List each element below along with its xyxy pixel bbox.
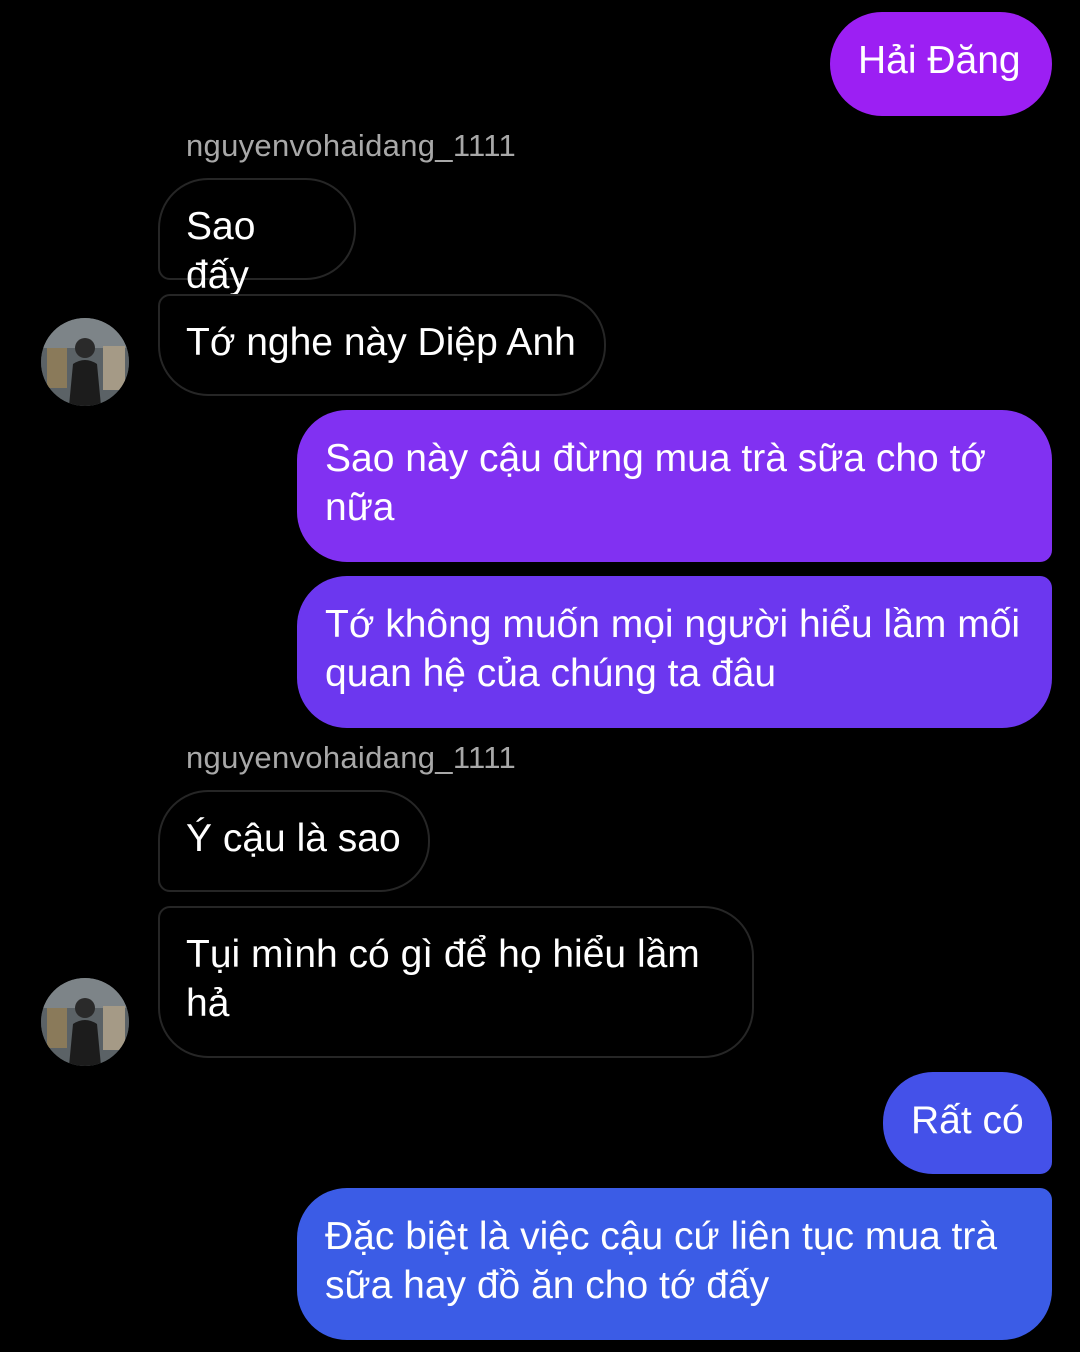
outgoing-message[interactable]: Đặc biệt là việc cậu cứ liên tục mua trà…	[297, 1188, 1052, 1340]
outgoing-message[interactable]: Rất có	[883, 1072, 1052, 1174]
incoming-message[interactable]: Tụi mình có gì để họ hiểu lầm hả	[158, 906, 754, 1058]
sender-username[interactable]: nguyenvohaidang_1111	[186, 740, 516, 776]
message-text: Tớ nghe này Diệp Anh	[186, 321, 576, 364]
avatar-photo	[41, 318, 129, 406]
message-text: Đặc biệt là việc cậu cứ liên tục mua trà…	[325, 1215, 998, 1307]
message-text: Sao này cậu đừng mua trà sữa cho tớ nữa	[325, 437, 986, 529]
message-text: Tụi mình có gì để họ hiểu lầm hả	[186, 933, 700, 1025]
outgoing-message[interactable]: Sao này cậu đừng mua trà sữa cho tớ nữa	[297, 410, 1052, 562]
incoming-message[interactable]: Tớ nghe này Diệp Anh	[158, 294, 606, 396]
chat-thread: Hải Đăng nguyenvohaidang_1111 Sao đấy Tớ…	[0, 0, 1080, 1352]
message-text: Ý cậu là sao	[186, 817, 401, 860]
message-text: Sao đấy	[186, 205, 256, 297]
incoming-message[interactable]: Sao đấy	[158, 178, 356, 297]
message-text: Hải Đăng	[858, 39, 1021, 82]
sender-username[interactable]: nguyenvohaidang_1111	[186, 128, 516, 164]
message-text: Tớ không muốn mọi người hiểu lầm mối qua…	[325, 603, 1021, 695]
incoming-message[interactable]: Ý cậu là sao	[158, 790, 430, 892]
message-text: Rất có	[911, 1099, 1024, 1142]
outgoing-message[interactable]: Hải Đăng	[830, 12, 1052, 116]
contact-avatar[interactable]	[41, 318, 129, 406]
outgoing-message[interactable]: Tớ không muốn mọi người hiểu lầm mối qua…	[297, 576, 1052, 728]
avatar-photo	[41, 978, 129, 1066]
contact-avatar[interactable]	[41, 978, 129, 1066]
